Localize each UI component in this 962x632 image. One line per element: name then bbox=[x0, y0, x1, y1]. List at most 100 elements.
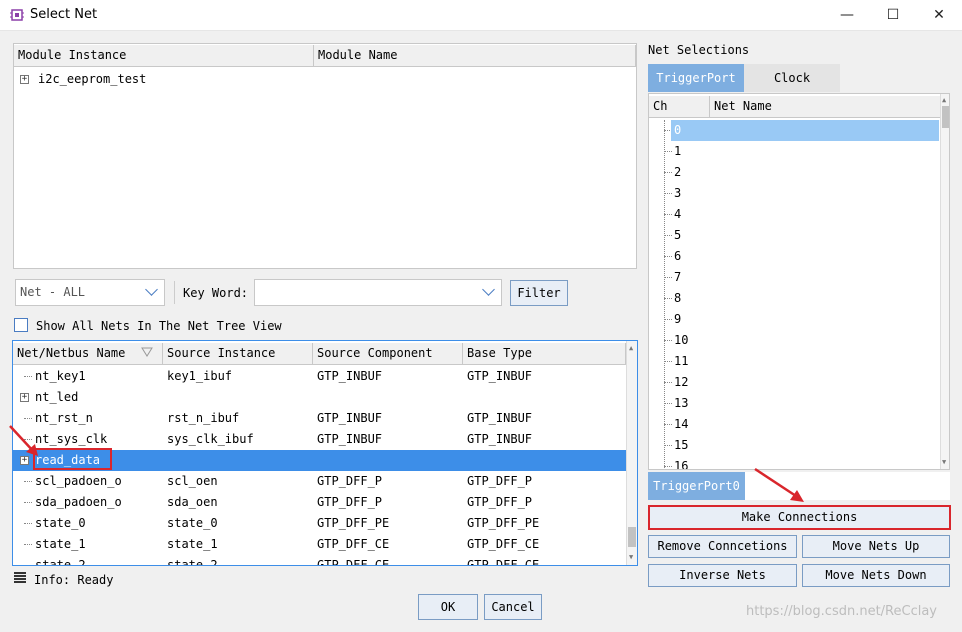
tab-triggerport0[interactable]: TriggerPort0 bbox=[648, 472, 745, 500]
channel-table: Ch Net Name 0 1 2 3 4 5 6 7 8 9 10 11 12 13 14 15 16 ▲ ▼ bbox=[648, 93, 950, 470]
col-net-name[interactable]: Net/Netbus Name bbox=[13, 343, 163, 364]
show-all-label: Show All Nets In The Net Tree View bbox=[36, 319, 282, 333]
read-data-highlight bbox=[33, 448, 112, 470]
net-scrollbar[interactable]: ▲ ▼ bbox=[626, 341, 637, 565]
channel-scrollbar[interactable]: ▲ ▼ bbox=[940, 94, 949, 469]
channel-number: 8 bbox=[674, 291, 682, 305]
tab-clock[interactable]: Clock bbox=[744, 64, 840, 92]
tree-connector bbox=[24, 502, 32, 503]
remove-connections-button[interactable]: Remove Conncetions bbox=[648, 535, 797, 558]
tab-triggerport[interactable]: TriggerPort bbox=[648, 64, 744, 92]
source-component-cell: GTP_DFF_PE bbox=[317, 516, 390, 530]
channel-row[interactable]: 6 bbox=[649, 246, 939, 267]
net-row[interactable]: + nt_led bbox=[13, 387, 628, 408]
scroll-thumb[interactable] bbox=[942, 106, 949, 128]
show-all-checkbox[interactable] bbox=[14, 318, 28, 332]
net-name-cell: state_0 bbox=[35, 516, 86, 530]
ok-button[interactable]: OK bbox=[418, 594, 478, 620]
net-row[interactable]: state_2 state_2 GTP_DFF_CE GTP_DFF_CE bbox=[13, 555, 628, 566]
channel-row[interactable]: 3 bbox=[649, 183, 939, 204]
channel-number: 14 bbox=[674, 417, 689, 431]
col-source-instance[interactable]: Source Instance bbox=[163, 343, 313, 364]
red-arrow-icon bbox=[754, 467, 804, 502]
net-row[interactable]: nt_key1 key1_ibuf GTP_INBUF GTP_INBUF bbox=[13, 366, 628, 387]
move-nets-down-button[interactable]: Move Nets Down bbox=[802, 564, 950, 587]
channel-row[interactable]: 15 bbox=[649, 435, 939, 456]
minimize-button[interactable]: — bbox=[824, 0, 870, 30]
module-instance-cell: i2c_eeprom_test bbox=[38, 72, 147, 86]
base-type-cell: GTP_INBUF bbox=[467, 411, 533, 425]
selection-highlight bbox=[671, 120, 939, 141]
channel-row[interactable]: 4 bbox=[649, 204, 939, 225]
scroll-up-icon[interactable]: ▲ bbox=[942, 96, 946, 104]
status-text: Info: Ready bbox=[34, 573, 114, 587]
scroll-thumb[interactable] bbox=[628, 527, 636, 547]
channel-number: 1 bbox=[674, 144, 682, 158]
maximize-button[interactable]: ☐ bbox=[870, 0, 916, 30]
source-instance-cell: sys_clk_ibuf bbox=[167, 432, 254, 446]
module-row[interactable]: + i2c_eeprom_test bbox=[14, 69, 636, 90]
net-name-cell: nt_rst_n bbox=[35, 411, 93, 425]
tree-connector bbox=[664, 445, 672, 446]
channel-row[interactable]: 1 bbox=[649, 141, 939, 162]
net-name-cell: nt_sys_clk bbox=[35, 432, 108, 446]
col-base-type[interactable]: Base Type bbox=[463, 343, 626, 364]
channel-row[interactable]: 9 bbox=[649, 309, 939, 330]
channel-number: 16 bbox=[674, 459, 689, 470]
net-name-cell: nt_key1 bbox=[35, 369, 86, 383]
base-type-cell: GTP_DFF_PE bbox=[467, 516, 540, 530]
base-type-cell: GTP_DFF_CE bbox=[467, 537, 540, 551]
net-row[interactable]: nt_sys_clk sys_clk_ibuf GTP_INBUF GTP_INBUF bbox=[13, 429, 628, 450]
channel-row[interactable]: 13 bbox=[649, 393, 939, 414]
source-instance-cell: key1_ibuf bbox=[167, 369, 233, 383]
source-instance-cell: sda_oen bbox=[167, 495, 218, 509]
channel-row[interactable]: 7 bbox=[649, 267, 939, 288]
close-button[interactable]: ✕ bbox=[916, 0, 962, 30]
divider bbox=[174, 281, 175, 304]
tree-connector bbox=[664, 424, 672, 425]
net-row[interactable]: nt_rst_n rst_n_ibuf GTP_INBUF GTP_INBUF bbox=[13, 408, 628, 429]
net-row[interactable]: state_1 state_1 GTP_DFF_CE GTP_DFF_CE bbox=[13, 534, 628, 555]
keyword-input[interactable] bbox=[254, 279, 502, 306]
tree-connector bbox=[24, 418, 32, 419]
channel-number: 15 bbox=[674, 438, 689, 452]
base-type-cell: GTP_INBUF bbox=[467, 432, 533, 446]
net-row[interactable]: sda_padoen_o sda_oen GTP_DFF_P GTP_DFF_P bbox=[13, 492, 628, 513]
expand-icon[interactable]: + bbox=[20, 393, 29, 402]
source-component-cell: GTP_DFF_P bbox=[317, 474, 383, 488]
source-component-cell: GTP_DFF_CE bbox=[317, 558, 390, 566]
channel-row[interactable]: 10 bbox=[649, 330, 939, 351]
col-module-name[interactable]: Module Name bbox=[314, 45, 636, 66]
net-row[interactable]: scl_padoen_o scl_oen GTP_DFF_P GTP_DFF_P bbox=[13, 471, 628, 492]
net-type-select[interactable]: Net - ALL bbox=[15, 279, 165, 306]
channel-number: 11 bbox=[674, 354, 689, 368]
make-connections-button[interactable]: Make Connections bbox=[648, 505, 951, 530]
source-instance-cell: scl_oen bbox=[167, 474, 218, 488]
channel-number: 12 bbox=[674, 375, 689, 389]
filter-button[interactable]: Filter bbox=[510, 280, 568, 306]
tree-connector bbox=[24, 544, 32, 545]
channel-row[interactable]: 12 bbox=[649, 372, 939, 393]
expand-icon[interactable]: + bbox=[20, 75, 29, 84]
scroll-down-icon[interactable]: ▼ bbox=[629, 553, 633, 561]
scroll-down-icon[interactable]: ▼ bbox=[942, 458, 946, 466]
inverse-nets-button[interactable]: Inverse Nets bbox=[648, 564, 797, 587]
source-component-cell: GTP_DFF_P bbox=[317, 495, 383, 509]
net-row[interactable]: state_0 state_0 GTP_DFF_PE GTP_DFF_PE bbox=[13, 513, 628, 534]
source-instance-cell: rst_n_ibuf bbox=[167, 411, 240, 425]
channel-row[interactable]: 14 bbox=[649, 414, 939, 435]
tree-connector bbox=[24, 481, 32, 482]
col-source-component[interactable]: Source Component bbox=[313, 343, 463, 364]
col-module-instance[interactable]: Module Instance bbox=[14, 45, 314, 66]
cancel-button[interactable]: Cancel bbox=[484, 594, 542, 620]
col-ch[interactable]: Ch bbox=[649, 96, 710, 117]
channel-row[interactable]: 11 bbox=[649, 351, 939, 372]
channel-row[interactable]: 0 bbox=[649, 120, 939, 141]
channel-row[interactable]: 2 bbox=[649, 162, 939, 183]
move-nets-up-button[interactable]: Move Nets Up bbox=[802, 535, 950, 558]
channel-row[interactable]: 8 bbox=[649, 288, 939, 309]
col-net-name[interactable]: Net Name bbox=[710, 96, 941, 117]
channel-rows: 0 1 2 3 4 5 6 7 8 9 10 11 12 13 14 15 16 bbox=[649, 120, 941, 470]
channel-row[interactable]: 5 bbox=[649, 225, 939, 246]
scroll-up-icon[interactable]: ▲ bbox=[629, 344, 633, 352]
